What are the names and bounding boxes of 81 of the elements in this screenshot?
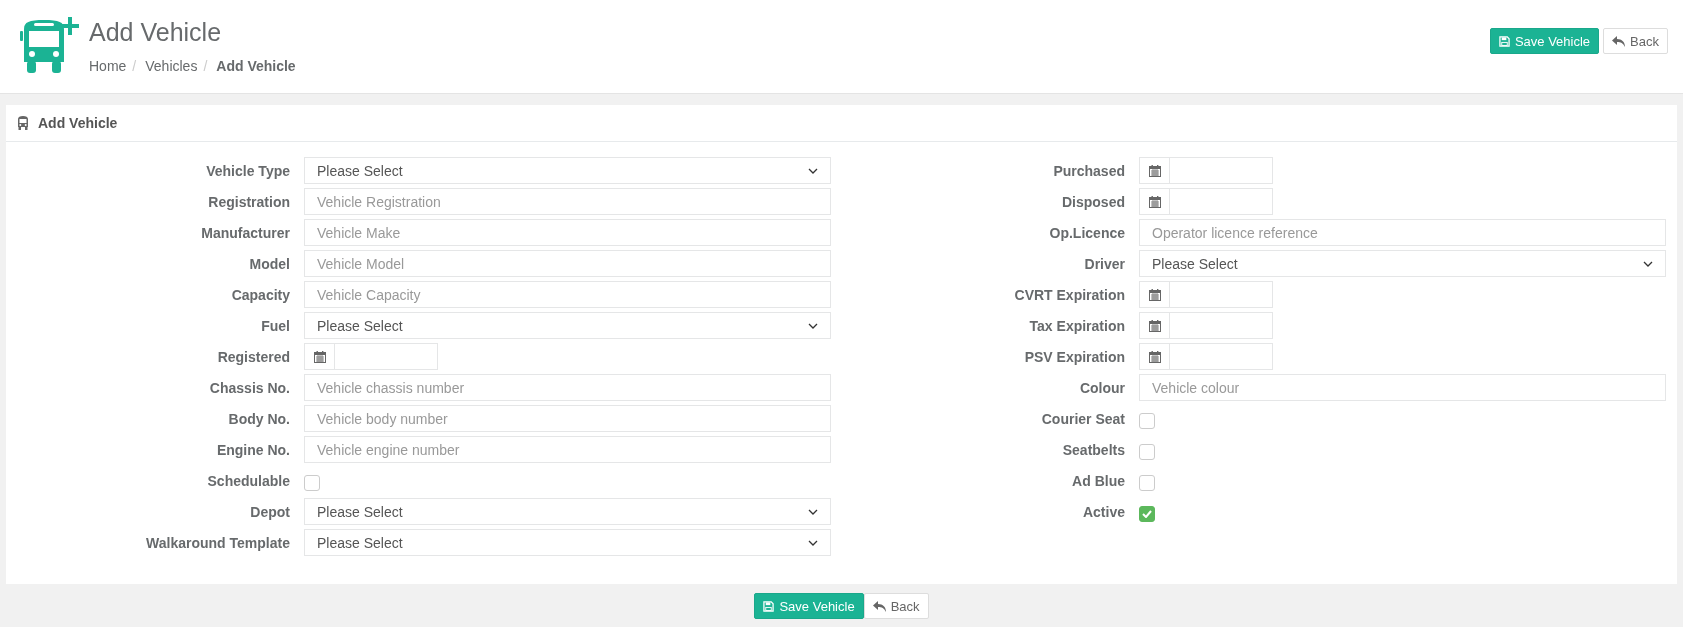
calendar-icon [1148, 350, 1161, 363]
calendar-addon[interactable] [304, 343, 335, 370]
chevron-down-icon [808, 539, 818, 546]
checkbox[interactable] [1139, 443, 1155, 460]
select-field[interactable]: Please Select [304, 498, 831, 525]
breadcrumb-separator: / [202, 58, 209, 74]
field-label: Ad Blue [1072, 472, 1125, 489]
field-label: Model [249, 255, 290, 272]
calendar-addon[interactable] [1139, 343, 1170, 370]
text-field[interactable]: Vehicle Capacity [304, 281, 831, 308]
field-label: Registered [217, 348, 290, 365]
date-field[interactable] [1170, 312, 1273, 339]
calendar-icon [1148, 288, 1161, 301]
text-field[interactable]: Vehicle Registration [304, 188, 831, 215]
field-label: Registration [208, 193, 290, 210]
reply-arrow-icon [1612, 35, 1626, 47]
checkbox[interactable] [1139, 505, 1155, 522]
text-field[interactable]: Vehicle body number [304, 405, 831, 432]
field-label: Vehicle Type [206, 162, 290, 179]
text-field[interactable]: Operator licence reference [1139, 219, 1666, 246]
field-label: Depot [250, 503, 290, 520]
field-label: Manufacturer [201, 224, 290, 241]
chevron-down-icon [808, 322, 818, 329]
calendar-icon [1148, 164, 1161, 177]
text-field[interactable]: Vehicle Make [304, 219, 831, 246]
back-button[interactable]: Back [863, 593, 929, 619]
field-label: Chassis No. [209, 379, 290, 396]
chevron-down-icon [1643, 260, 1653, 267]
calendar-addon[interactable] [1139, 188, 1170, 215]
calendar-icon [1148, 195, 1161, 208]
select-field[interactable]: Please Select [304, 157, 831, 184]
field-label: Capacity [231, 286, 290, 303]
field-label: CVRT Expiration [1014, 286, 1125, 303]
breadcrumb-link[interactable]: Vehicles [145, 58, 198, 74]
date-field[interactable] [335, 343, 438, 370]
select-field[interactable]: Please Select [304, 529, 831, 556]
chevron-down-icon [808, 167, 818, 174]
calendar-icon [313, 350, 326, 363]
calendar-addon[interactable] [1139, 281, 1170, 308]
field-label: Colour [1079, 379, 1125, 396]
date-field[interactable] [1170, 343, 1273, 370]
calendar-addon[interactable] [1139, 157, 1170, 184]
breadcrumb-current: Add Vehicle [216, 58, 296, 74]
text-field[interactable]: Vehicle colour [1139, 374, 1666, 401]
field-label: Engine No. [216, 441, 290, 458]
field-label: Purchased [1053, 162, 1125, 179]
date-field[interactable] [1170, 281, 1273, 308]
field-label: Walkaround Template [146, 534, 290, 551]
field-label: Disposed [1062, 193, 1125, 210]
date-field[interactable] [1170, 188, 1273, 215]
panel-title: Add Vehicle [38, 115, 118, 131]
bus-icon [17, 116, 29, 130]
breadcrumb-link[interactable]: Home [89, 58, 127, 74]
text-field[interactable]: Vehicle engine number [304, 436, 831, 463]
field-label: Fuel [261, 317, 290, 334]
field-label: Driver [1084, 255, 1125, 272]
chevron-down-icon [808, 508, 818, 515]
reply-arrow-icon [872, 600, 886, 612]
calendar-addon[interactable] [1139, 312, 1170, 339]
field-label: Schedulable [207, 472, 290, 489]
page-title: Add Vehicle [89, 17, 223, 47]
breadcrumb-separator: / [131, 58, 138, 74]
checkbox[interactable] [1139, 412, 1155, 429]
checkbox[interactable] [1139, 474, 1155, 491]
bus-with-plus-icon [20, 17, 80, 74]
field-label: Courier Seat [1041, 410, 1125, 427]
field-label: Op.Licence [1049, 224, 1125, 241]
field-label: Body No. [228, 410, 290, 427]
calendar-icon [1148, 319, 1161, 332]
field-label: Active [1082, 503, 1125, 520]
check-icon [1142, 509, 1152, 518]
checkbox[interactable] [304, 474, 320, 491]
field-label: Tax Expiration [1029, 317, 1125, 334]
select-field[interactable]: Please Select [304, 312, 831, 339]
field-label: PSV Expiration [1024, 348, 1125, 365]
text-field[interactable]: Vehicle Model [304, 250, 831, 277]
field-label: Seatbelts [1062, 441, 1125, 458]
text-field[interactable]: Vehicle chassis number [304, 374, 831, 401]
back-button[interactable]: Back [1603, 28, 1668, 54]
select-field[interactable]: Please Select [1139, 250, 1666, 277]
date-field[interactable] [1170, 157, 1273, 184]
